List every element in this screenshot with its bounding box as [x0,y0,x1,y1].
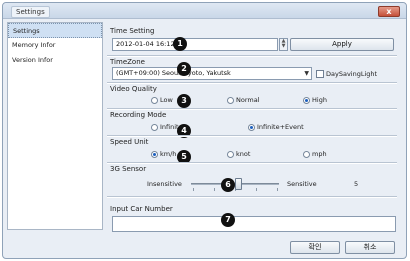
radio-kmh-label: km/h [160,150,177,158]
divider [107,196,397,198]
radio-infinite[interactable] [151,123,158,131]
speed-unit-knot[interactable]: knot [227,150,250,158]
badge-1: 1 [173,37,187,51]
recording-mode-label: Recording Mode [110,111,167,119]
time-setting-input[interactable]: 2012-01-04 16:12:51 [112,38,278,51]
divider [107,55,397,57]
timezone-label: TimeZone [110,58,145,66]
radio-infinite-event[interactable] [248,123,255,131]
time-spin-button[interactable]: ▲ ▼ [279,38,288,51]
close-button[interactable]: x [378,6,400,17]
sidebar-item-version-infor[interactable]: Version Infor [8,53,102,68]
settings-panel: Time Setting 2012-01-04 16:12:51 ▲ ▼ Appl… [107,22,399,236]
insensitive-label: Insensitive [147,180,182,188]
car-number-input[interactable] [112,216,396,232]
dst-checkbox[interactable] [316,70,324,78]
radio-normal[interactable] [227,96,234,104]
dst-label: DaySavingLight [326,70,378,78]
video-quality-label: Video Quality [110,85,157,93]
title-bar: Settings x [3,3,406,19]
car-number-label: Input Car Number [110,205,173,213]
sidebar-item-settings[interactable]: Settings [8,23,102,38]
radio-normal-label: Normal [236,96,260,104]
window-title: Settings [11,6,50,18]
radio-high-label: High [312,96,327,104]
slider-tick [256,188,257,191]
slider-tick [214,188,215,191]
radio-knot-label: knot [236,150,251,158]
radio-mph-label: mph [312,150,327,158]
slider-tick [193,188,194,191]
g-sensor-slider-thumb[interactable] [235,178,242,190]
video-quality-high[interactable]: High [303,96,327,104]
sensitive-label: Sensitive [287,180,317,188]
radio-low-label: Low [160,96,173,104]
chevron-down-icon: ▼ [304,70,309,77]
badge-2: 2 [177,62,191,76]
ok-button[interactable]: 확인 [290,241,340,254]
divider [107,162,397,164]
sidebar-item-memory-infor[interactable]: Memory Infor [8,38,102,53]
speed-unit-mph[interactable]: mph [303,150,327,158]
radio-kmh[interactable] [151,150,158,158]
badge-7: 7 [221,213,235,227]
timezone-select[interactable]: (GMT+09:00) Seoul, Kyoto, Yakutsk ▼ [112,67,312,80]
g-sensor-label: 3G Sensor [110,165,147,173]
speed-unit-kmh[interactable]: km/h [151,150,176,158]
recording-mode-infinite-event[interactable]: Infinite+Event [248,123,304,131]
radio-high[interactable] [303,96,310,104]
sidebar: Settings Memory Infor Version Infor [7,22,103,230]
timezone-value: (GMT+09:00) Seoul, Kyoto, Yakutsk [116,69,231,77]
g-sensor-value: 5 [354,180,359,188]
badge-6: 6 [221,178,235,192]
divider [107,82,397,84]
radio-mph[interactable] [303,150,310,158]
video-quality-normal[interactable]: Normal [227,96,260,104]
apply-button[interactable]: Apply [290,38,394,51]
radio-knot[interactable] [227,150,234,158]
speed-unit-label: Speed Unit [110,138,149,146]
divider [107,135,397,137]
badge-3: 3 [177,94,191,108]
slider-tick [277,188,278,191]
cancel-button[interactable]: 취소 [345,241,395,254]
radio-low[interactable] [151,96,158,104]
time-setting-label: Time Setting [110,27,155,35]
divider [107,108,397,110]
video-quality-low[interactable]: Low [151,96,173,104]
radio-infinite-event-label: Infinite+Event [257,123,304,131]
